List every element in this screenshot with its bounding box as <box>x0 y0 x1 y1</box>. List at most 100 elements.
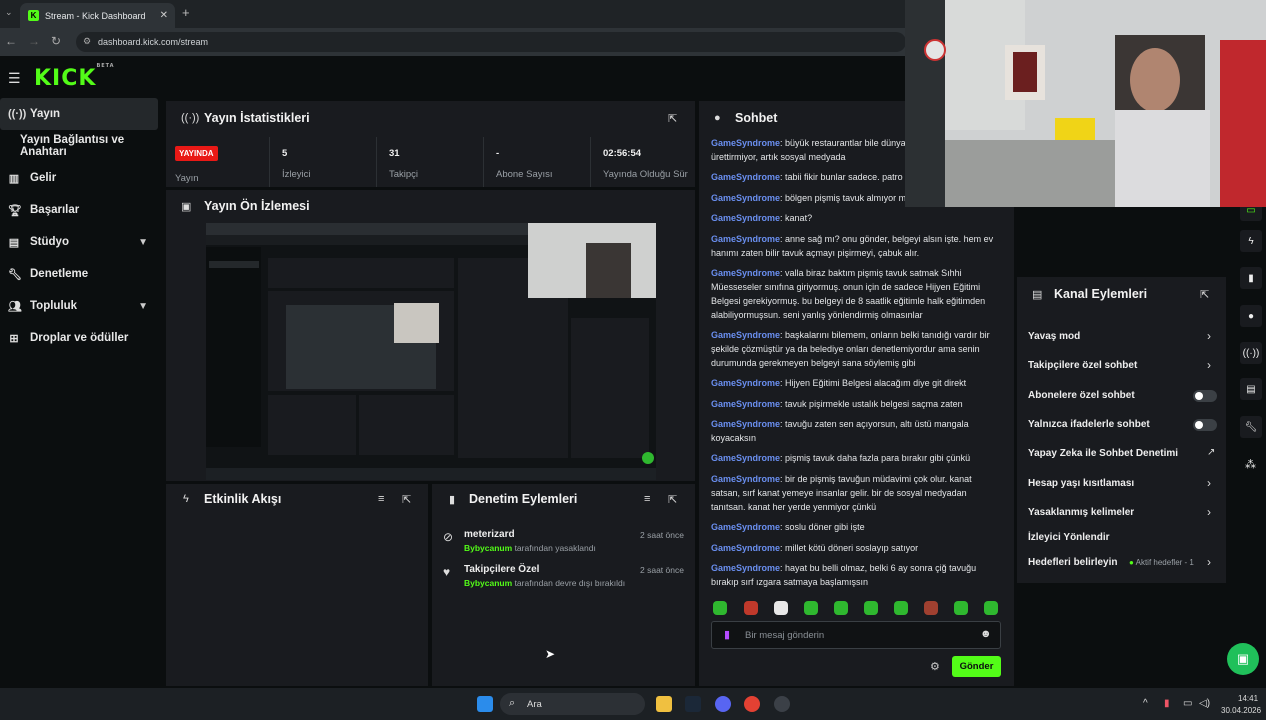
sidebar-item-stream-key[interactable]: Yayın Bağlantısı ve Anahtarı <box>0 130 162 162</box>
emote-icon[interactable] <box>774 601 788 615</box>
emote-icon[interactable] <box>744 601 758 615</box>
back-icon[interactable]: ← <box>5 34 17 48</box>
rail-bolt-icon[interactable]: ϟ <box>1240 230 1262 252</box>
steam-icon[interactable] <box>685 696 701 712</box>
settings-gear-icon[interactable]: ⚙ <box>930 660 940 673</box>
panel-title: Denetim Eylemleri <box>469 492 578 506</box>
clock-time[interactable]: 14:41 <box>1238 694 1258 703</box>
start-icon[interactable] <box>477 696 493 712</box>
mod-row-title[interactable]: meterizard <box>464 529 515 540</box>
chat-message[interactable]: GameSyndrome: tavuğu zaten sen açıyorsun… <box>711 417 1001 445</box>
chevron-right-icon[interactable]: › <box>1207 555 1211 569</box>
emoji-icon[interactable]: ☻ <box>980 628 992 640</box>
microphone-tray-icon[interactable]: ▮ <box>1164 698 1170 709</box>
chevron-right-icon[interactable]: › <box>1207 476 1211 490</box>
rail-shield-icon[interactable]: ▤ <box>1240 378 1262 400</box>
sidebar-item-studio[interactable]: ▤ Stüdyo ▼ <box>0 226 162 258</box>
popout-icon[interactable]: ⇱ <box>668 493 677 506</box>
chevron-right-icon[interactable]: › <box>1207 358 1211 372</box>
obs-icon[interactable] <box>774 696 790 712</box>
emote-icon[interactable] <box>713 601 727 615</box>
stat-label: Yayında Olduğu Süre <box>603 169 688 180</box>
channel-action-account-age[interactable]: Hesap yaşı kısıtlaması <box>1028 478 1134 489</box>
chat-message[interactable]: GameSyndrome: başkalarını bilemem, onlar… <box>711 328 1001 370</box>
emote-icon[interactable] <box>924 601 938 615</box>
tray-chevron-up-icon[interactable]: ^ <box>1143 698 1148 709</box>
sidebar-item-label: Topluluk <box>30 300 78 312</box>
chat-message[interactable]: GameSyndrome: valla biraz baktım pişmiş … <box>711 266 1001 322</box>
discord-icon[interactable] <box>715 696 731 712</box>
microphone-icon[interactable]: ▮ <box>724 628 730 641</box>
sidebar-item-moderation[interactable]: 🔧︎ Denetleme <box>0 258 162 290</box>
chat-message[interactable]: GameSyndrome: bir de pişmiş tavuğun müda… <box>711 472 1001 514</box>
channel-action-raid[interactable]: İzleyici Yönlendir <box>1028 532 1110 543</box>
emote-icon[interactable] <box>954 601 968 615</box>
chat-message[interactable]: GameSyndrome: hayat bu belli olmaz, belk… <box>711 561 1001 589</box>
emote-icon[interactable] <box>804 601 818 615</box>
chevron-right-icon[interactable]: › <box>1207 505 1211 519</box>
rail-chat-icon[interactable]: ● <box>1240 305 1262 327</box>
file-explorer-icon[interactable] <box>656 696 672 712</box>
popout-icon[interactable]: ⇱ <box>1200 288 1209 301</box>
send-button[interactable]: Gönder <box>952 656 1001 677</box>
filter-icon[interactable]: ≡ <box>644 493 650 505</box>
emote-icon[interactable] <box>894 601 908 615</box>
sidebar-item-achievements[interactable]: 🏆︎ Başarılar <box>0 194 162 226</box>
channel-action-subscribers-only[interactable]: Abonelere özel sohbet <box>1028 390 1135 401</box>
emote-icon[interactable] <box>864 601 878 615</box>
chat-message[interactable]: GameSyndrome: Hijyen Eğitimi Belgesi ala… <box>711 376 1001 390</box>
emote-icon[interactable] <box>984 601 998 615</box>
sidebar-item-revenue[interactable]: ▥ Gelir <box>0 162 162 194</box>
popout-icon[interactable]: ⇱ <box>402 493 411 506</box>
channel-action-banned-words[interactable]: Yasaklanmış kelimeler <box>1028 507 1134 518</box>
emote-only-toggle[interactable] <box>1193 419 1217 431</box>
emote-icon[interactable] <box>834 601 848 615</box>
rail-add-widget-icon[interactable]: ⁂ <box>1245 458 1256 471</box>
channel-action-ai-moderation[interactable]: Yapay Zeka ile Sohbet Denetimi <box>1028 448 1178 459</box>
browser-tab[interactable]: K Stream - Kick Dashboard ✕ <box>20 3 175 28</box>
tab-list-icon[interactable]: ⌄ <box>5 7 13 18</box>
channel-action-goals[interactable]: Hedefleri belirleyin <box>1028 557 1117 568</box>
chat-input[interactable]: ▮ Bir mesaj gönderin ☻ <box>711 621 1001 649</box>
subscribers-only-toggle[interactable] <box>1193 390 1217 402</box>
channel-action-followers-only[interactable]: Takipçilere özel sohbet <box>1028 360 1137 371</box>
channel-action-slow-mode[interactable]: Yavaş mod <box>1028 331 1080 342</box>
site-info-icon[interactable]: ⚙ <box>83 36 91 47</box>
rail-wrench-icon[interactable]: 🔧︎ <box>1240 416 1262 438</box>
kick-logo[interactable]: KICKBETA <box>34 63 115 91</box>
sidebar-item-drops[interactable]: ⊞ Droplar ve ödüller <box>0 322 162 354</box>
chat-message[interactable]: GameSyndrome: tavuk pişirmekle ustalık b… <box>711 397 1001 411</box>
reload-icon[interactable]: ↻ <box>51 34 61 48</box>
rail-broadcast-icon[interactable]: ((·)) <box>1240 342 1262 364</box>
network-icon[interactable]: ▭ <box>1183 698 1192 709</box>
forward-icon[interactable]: → <box>28 34 40 48</box>
menu-icon[interactable]: ☰ <box>8 70 21 87</box>
taskbar-search[interactable]: ⌕ Ara <box>500 693 645 715</box>
popout-icon[interactable]: ⇱ <box>668 112 677 125</box>
mod-row-title[interactable]: Takipçilere Özel <box>464 564 539 575</box>
clock-date[interactable]: 30.04.2026 <box>1221 706 1261 715</box>
new-tab-button[interactable]: + <box>182 5 190 20</box>
chevron-right-icon[interactable]: › <box>1207 329 1211 343</box>
external-link-icon[interactable]: ↗ <box>1207 447 1215 458</box>
chat-message[interactable]: GameSyndrome: anne sağ mı? onu gönder, b… <box>711 232 1001 260</box>
chat-message[interactable]: GameSyndrome: millet kötü döneri soslayı… <box>711 541 1001 555</box>
chat-message[interactable]: GameSyndrome: pişmiş tavuk daha fazla pa… <box>711 451 1001 465</box>
url-field[interactable]: ⚙ dashboard.kick.com/stream <box>76 32 906 52</box>
filter-icon[interactable]: ≡ <box>378 493 384 505</box>
divider <box>590 137 591 187</box>
panel-title: Kanal Eylemleri <box>1054 287 1148 301</box>
preview-frame <box>206 223 656 480</box>
sidebar-item-label: Yayın <box>30 108 61 120</box>
support-chat-icon[interactable]: ▣ <box>1227 643 1259 675</box>
stream-preview-video[interactable] <box>206 223 656 480</box>
rail-document-icon[interactable]: ▮ <box>1240 267 1262 289</box>
volume-icon[interactable]: ◁) <box>1199 698 1210 709</box>
chat-message[interactable]: GameSyndrome: kanat? <box>711 211 1001 225</box>
chrome-icon[interactable] <box>744 696 760 712</box>
channel-action-emote-only[interactable]: Yalnızca ifadelerle sohbet <box>1028 419 1150 430</box>
tab-close-icon[interactable]: ✕ <box>160 10 168 21</box>
sidebar-item-community[interactable]: 👥︎ Topluluk ▼ <box>0 290 162 322</box>
sidebar-item-stream[interactable]: ((·)) Yayın <box>0 98 158 130</box>
chat-message[interactable]: GameSyndrome: soslu döner gibi işte <box>711 520 1001 534</box>
